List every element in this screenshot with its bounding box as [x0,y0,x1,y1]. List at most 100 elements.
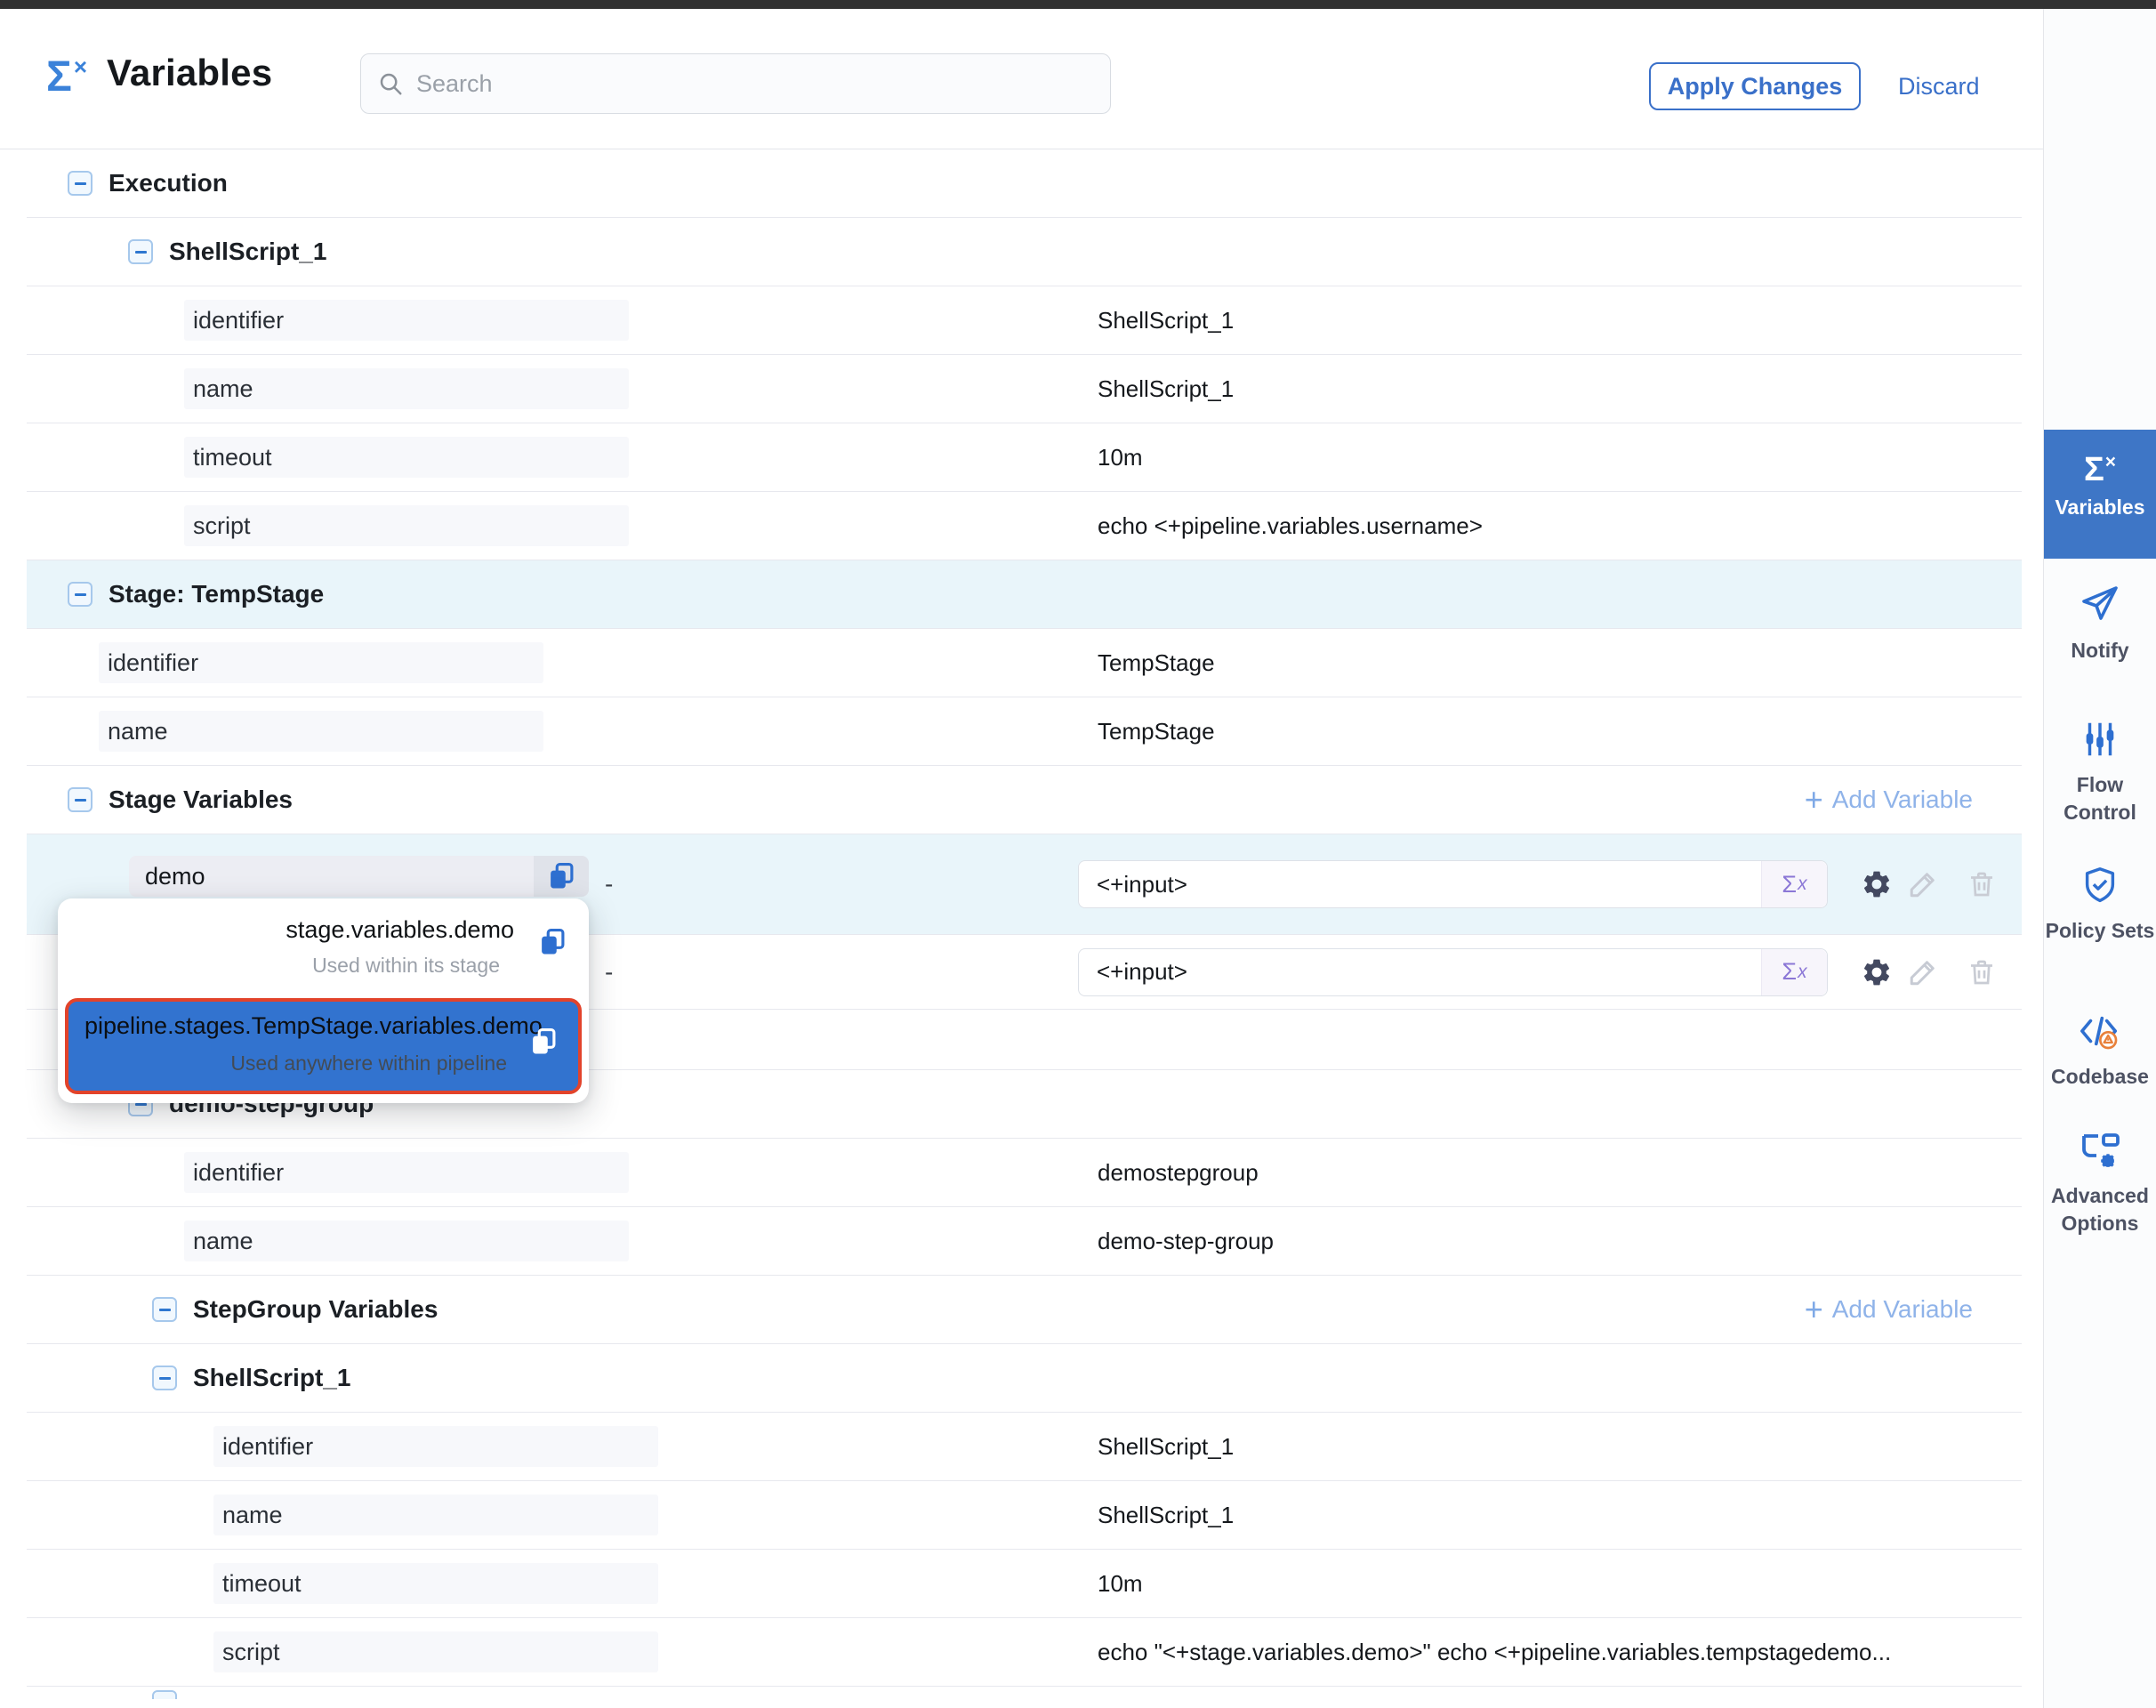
group-label: ShellScript_1 [193,1364,350,1392]
group-label: Stage: TempStage [109,580,324,608]
sidebar-item-label: Policy Sets [2044,917,2156,945]
popup-item[interactable]: stage.variables.demo Used within its stag… [58,898,589,996]
copy-icon[interactable] [527,1025,560,1063]
edit-pencil-icon[interactable] [1907,956,1939,988]
variable-value: <+input> [1079,958,1761,986]
edit-pencil-icon[interactable] [1907,868,1939,900]
tree-group-row: Stage: TempStage [27,560,2022,629]
variable-name-input[interactable]: demo [129,856,589,897]
property-row: nameTempStage [27,697,2022,766]
group-label: StepGroup Variables [193,1295,438,1324]
clipped-row [27,1687,2022,1699]
variable-name: demo [129,863,534,890]
property-row: identifierShellScript_1 [27,286,2022,355]
variable-reference-popup: stage.variables.demo Used within its stag… [58,898,589,1103]
expression-sigma-x-icon[interactable]: Σx [1761,861,1827,907]
property-value: ShellScript_1 [1098,1433,1234,1461]
property-value: TempStage [1098,718,1215,745]
sidebar-item-label: Variables [2044,494,2156,521]
variable-path: stage.variables.demo [286,916,514,944]
page-title: Variables [107,52,272,94]
property-name-pill: identifier [184,1152,629,1193]
property-name-pill: script [213,1631,658,1672]
property-name-pill: script [184,505,629,546]
property-value: echo "<+stage.variables.demo>" echo <+pi… [1098,1639,1891,1666]
collapse-minus-icon[interactable] [152,1690,177,1699]
tree-group-row: Execution [27,149,2022,218]
property-value: ShellScript_1 [1098,307,1234,334]
group-label: ShellScript_1 [169,238,326,266]
collapse-minus-icon[interactable] [152,1297,177,1322]
popup-item-selected[interactable]: pipeline.stages.TempStage.variables.demo… [65,998,582,1094]
property-name-pill: identifier [99,642,543,683]
group-label: Stage Variables [109,786,293,814]
property-name-pill: name [213,1494,658,1535]
collapse-minus-icon[interactable] [152,1366,177,1390]
collapse-minus-icon[interactable] [128,239,153,264]
sidebar-item-label: Notify [2044,637,2156,665]
search-box[interactable] [360,53,1111,114]
sliders-icon [2080,719,2120,764]
property-row: timeout10m [27,1550,2022,1618]
row-actions [1861,868,1998,900]
tree-group-row: Stage Variables +Add Variable [27,766,2022,834]
collapse-minus-icon[interactable] [68,171,93,196]
property-row: timeout 10m [27,423,2022,492]
plus-icon: + [1805,784,1823,816]
sidebar-item-variables[interactable]: Σ× Variables [2044,430,2156,559]
delete-trash-icon[interactable] [1966,868,1998,900]
add-variable-button[interactable]: +Add Variable [1805,1293,1973,1325]
property-value: demo-step-group [1098,1228,1274,1255]
sidebar-item-advanced-options[interactable]: Advanced Options [2044,1132,2156,1237]
row-actions [1861,956,1998,988]
property-value: ShellScript_1 [1098,1502,1234,1529]
property-row: nameShellScript_1 [27,355,2022,423]
flowchart-gear-icon [2079,1132,2121,1175]
property-value: 10m [1098,444,1143,471]
settings-gear-icon[interactable] [1861,956,1893,988]
add-variable-button[interactable]: +Add Variable [1805,784,1973,816]
window-top-bar [0,0,2156,9]
property-row: namedemo-step-group [27,1207,2022,1276]
property-value: TempStage [1098,649,1215,677]
sigma-x-icon: Σ× [2084,453,2116,487]
property-row: script echo <+pipeline.variables.username… [27,492,2022,560]
property-value: ShellScript_1 [1098,375,1234,403]
code-warning-icon [2078,1011,2122,1056]
delete-trash-icon[interactable] [1966,956,1998,988]
property-row: identifier TempStage [27,629,2022,697]
search-input[interactable] [416,70,1039,98]
sidebar-item-codebase[interactable]: Codebase [2044,1011,2156,1091]
sidebar-item-policy-sets[interactable]: Policy Sets [2044,865,2156,945]
property-row: identifierdemostepgroup [27,1139,2022,1207]
search-icon [377,70,404,97]
variable-scope: Used within its stage [312,954,500,978]
sidebar-item-flow-control[interactable]: Flow Control [2044,719,2156,826]
property-value: echo <+pipeline.variables.username> [1098,512,1483,540]
property-row: identifier ShellScript_1 [27,1413,2022,1481]
variable-value-input[interactable]: <+input>Σx [1078,860,1828,908]
property-name-pill: timeout [184,437,629,478]
sidebar-item-notify[interactable]: Notify [2044,583,2156,665]
variable-value-input[interactable]: <+input>Σx [1078,948,1828,996]
paper-plane-icon [2079,583,2121,630]
property-name-pill: timeout [213,1563,658,1604]
settings-gear-icon[interactable] [1861,868,1893,900]
variable-value: <+input> [1079,871,1761,898]
tree-group-row: ShellScript_1 [27,1344,2022,1413]
collapse-minus-icon[interactable] [68,582,93,607]
variable-path: pipeline.stages.TempStage.variables.demo [84,1012,543,1040]
variable-separator-dash: - [605,958,613,987]
property-name-pill: identifier [213,1426,658,1467]
variable-separator-dash: - [605,870,613,898]
plus-icon: + [1805,1293,1823,1325]
property-row: script echo "<+stage.variables.demo>" ech… [27,1618,2022,1687]
copy-icon[interactable] [535,925,569,963]
variable-scope: Used anywhere within pipeline [230,1051,507,1076]
collapse-minus-icon[interactable] [68,787,93,812]
copy-icon[interactable] [534,856,589,897]
expression-sigma-x-icon[interactable]: Σx [1761,949,1827,995]
discard-button[interactable]: Discard [1898,62,1980,110]
shield-check-icon [2080,865,2120,910]
apply-changes-button[interactable]: Apply Changes [1649,62,1861,110]
